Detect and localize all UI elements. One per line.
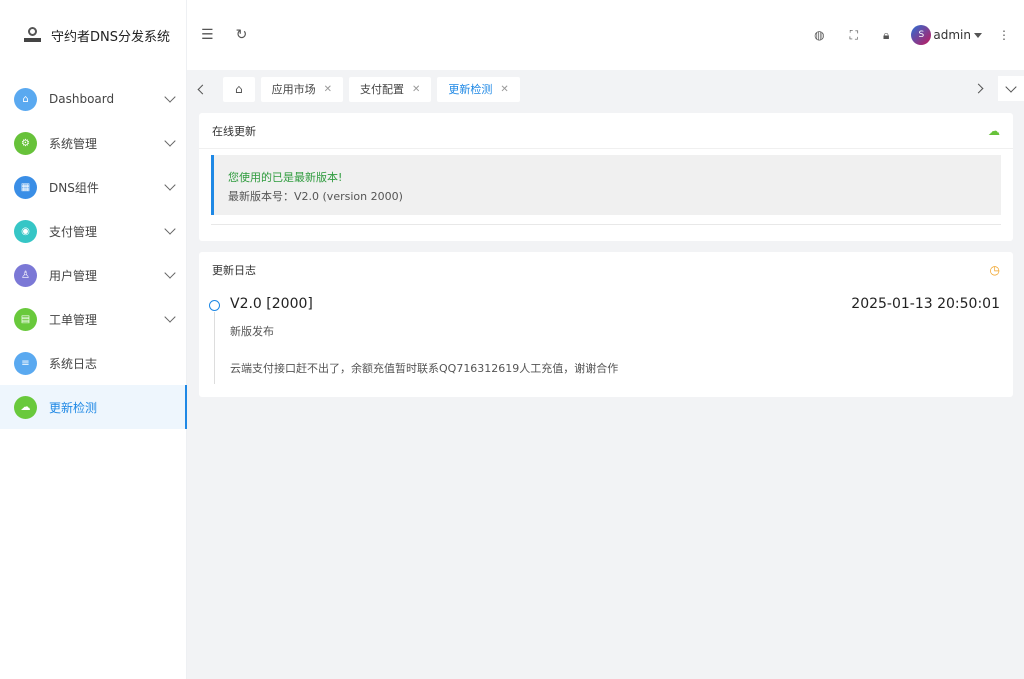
sidebar-item-label: 支付管理	[49, 224, 98, 239]
more-vertical-icon[interactable]: ⋮	[998, 28, 1010, 42]
timeline-item: V2.0 [2000] 2025-01-13 20:50:01 新版发布 云端支…	[199, 288, 1013, 384]
home-icon: ⌂	[14, 87, 37, 111]
card-title: 更新日志	[212, 264, 256, 277]
latest-version-text: 最新版本号：V2.0 (version 2000)	[228, 190, 403, 203]
user-icon: ♙	[14, 263, 37, 287]
refresh-icon[interactable]: ↻	[236, 27, 248, 43]
brand: 守约者DNS分发系统	[0, 0, 186, 70]
sidebar-item-logs[interactable]: ≡ 系统日志	[0, 341, 186, 385]
changelog-card: 更新日志 ◷ V2.0 [2000] 2025-01-13 20:50:01 新…	[199, 252, 1013, 397]
fullscreen-icon[interactable]: ⛶	[850, 28, 858, 43]
tabs-controls	[973, 76, 1024, 101]
logo-icon	[24, 26, 41, 44]
user-menu[interactable]: S admin	[911, 25, 982, 45]
tab-label: 更新检测	[448, 83, 493, 96]
update-status-notice: 您使用的已是最新版本! 最新版本号：V2.0 (version 2000)	[211, 155, 1001, 215]
home-icon: ⌂	[235, 82, 243, 96]
sidebar-item-label: 系统日志	[49, 356, 98, 371]
close-icon[interactable]: ✕	[500, 84, 508, 95]
tabs-dropdown-button[interactable]	[998, 76, 1024, 101]
brand-title: 守约者DNS分发系统	[51, 29, 170, 45]
target-icon: ◉	[14, 219, 37, 243]
tab-payment-config[interactable]: 支付配置 ✕	[349, 76, 432, 102]
username: admin	[933, 28, 971, 42]
sidebar-item-label: 工单管理	[49, 312, 98, 327]
changelog-subtitle: 新版发布	[230, 325, 274, 338]
chevron-left-icon[interactable]	[197, 84, 208, 94]
close-icon[interactable]: ✕	[412, 84, 420, 95]
divider	[211, 224, 1001, 225]
sidebar-item-label: DNS组件	[49, 180, 99, 195]
chevron-right-icon[interactable]	[973, 83, 984, 94]
sidebar-item-label: 更新检测	[49, 400, 98, 415]
avatar: S	[911, 25, 932, 45]
changelog-version: V2.0 [2000]	[230, 296, 313, 312]
sidebar-item-dashboard[interactable]: ⌂ Dashboard	[0, 77, 186, 121]
tab-label: 支付配置	[360, 83, 405, 96]
tab-label: 应用市场	[271, 83, 316, 96]
sidebar-item-tickets[interactable]: ▤ 工单管理	[0, 297, 186, 341]
lock-icon[interactable]: 🔒︎	[883, 28, 889, 43]
tab-update-check[interactable]: 更新检测 ✕	[437, 76, 520, 102]
grid-icon: ▦	[14, 175, 37, 199]
gear-icon: ⚙	[14, 131, 37, 155]
sidebar-menu: ⌂ Dashboard ⚙ 系统管理 ▦ DNS组件 ◉ 支付管理 ♙ 用户管理…	[0, 77, 187, 429]
globe-icon[interactable]: ◍	[814, 28, 824, 42]
chevron-down-icon	[1005, 80, 1017, 93]
update-status-text: 您使用的已是最新版本!	[228, 171, 343, 184]
ticket-icon: ▤	[14, 307, 37, 331]
sidebar: 守约者DNS分发系统 ⌂ Dashboard ⚙ 系统管理 ▦ DNS组件 ◉ …	[0, 0, 187, 679]
log-icon: ≡	[14, 351, 37, 375]
chevron-down-icon	[164, 223, 176, 235]
sidebar-item-payment[interactable]: ◉ 支付管理	[0, 209, 186, 253]
card-header: 更新日志 ◷	[199, 252, 1013, 288]
cloud-upload-icon: ☁	[14, 395, 37, 419]
main-area: ☰ ↻ ◍ ⛶ 🔒︎ S admin ⋮ ⌂ 应用市场 ✕ 支付配置 ✕ 更新检…	[187, 0, 1024, 679]
card-header: 在线更新 ☁	[199, 113, 1013, 149]
online-update-card: 在线更新 ☁ 您使用的已是最新版本! 最新版本号：V2.0 (version 2…	[199, 113, 1013, 241]
chevron-down-icon	[164, 135, 176, 147]
timeline-line	[214, 312, 215, 384]
menu-fold-icon[interactable]: ☰	[201, 27, 214, 43]
timeline-dot	[209, 300, 220, 311]
chevron-down-icon	[164, 311, 176, 323]
card-title: 在线更新	[212, 124, 256, 138]
sidebar-item-label: 系统管理	[49, 136, 98, 151]
sidebar-item-dns[interactable]: ▦ DNS组件	[0, 165, 186, 209]
tab-app-market[interactable]: 应用市场 ✕	[260, 76, 344, 102]
sidebar-item-users[interactable]: ♙ 用户管理	[0, 253, 186, 297]
sidebar-item-label: 用户管理	[49, 268, 98, 283]
sidebar-item-update-check[interactable]: ☁ 更新检测	[0, 385, 187, 429]
clock-icon: ◷	[989, 263, 1000, 277]
chevron-down-icon	[164, 179, 176, 191]
chevron-down-icon	[164, 91, 176, 103]
chevron-down-icon	[164, 267, 176, 279]
sidebar-item-label: Dashboard	[49, 92, 115, 106]
changelog-time: 2025-01-13 20:50:01	[851, 296, 1000, 312]
cloud-upload-icon[interactable]: ☁	[988, 124, 1000, 138]
tabs-bar: ⌂ 应用市场 ✕ 支付配置 ✕ 更新检测 ✕	[187, 70, 1024, 108]
tab-home[interactable]: ⌂	[223, 76, 255, 102]
sidebar-item-system[interactable]: ⚙ 系统管理	[0, 121, 186, 165]
caret-down-icon	[974, 32, 982, 38]
close-icon[interactable]: ✕	[324, 84, 332, 95]
topbar: ☰ ↻ ◍ ⛶ 🔒︎ S admin ⋮	[187, 0, 1024, 70]
changelog-content: 云端支付接口赶不出了，余额充值暂时联系QQ716312619人工充值，谢谢合作	[230, 362, 619, 375]
